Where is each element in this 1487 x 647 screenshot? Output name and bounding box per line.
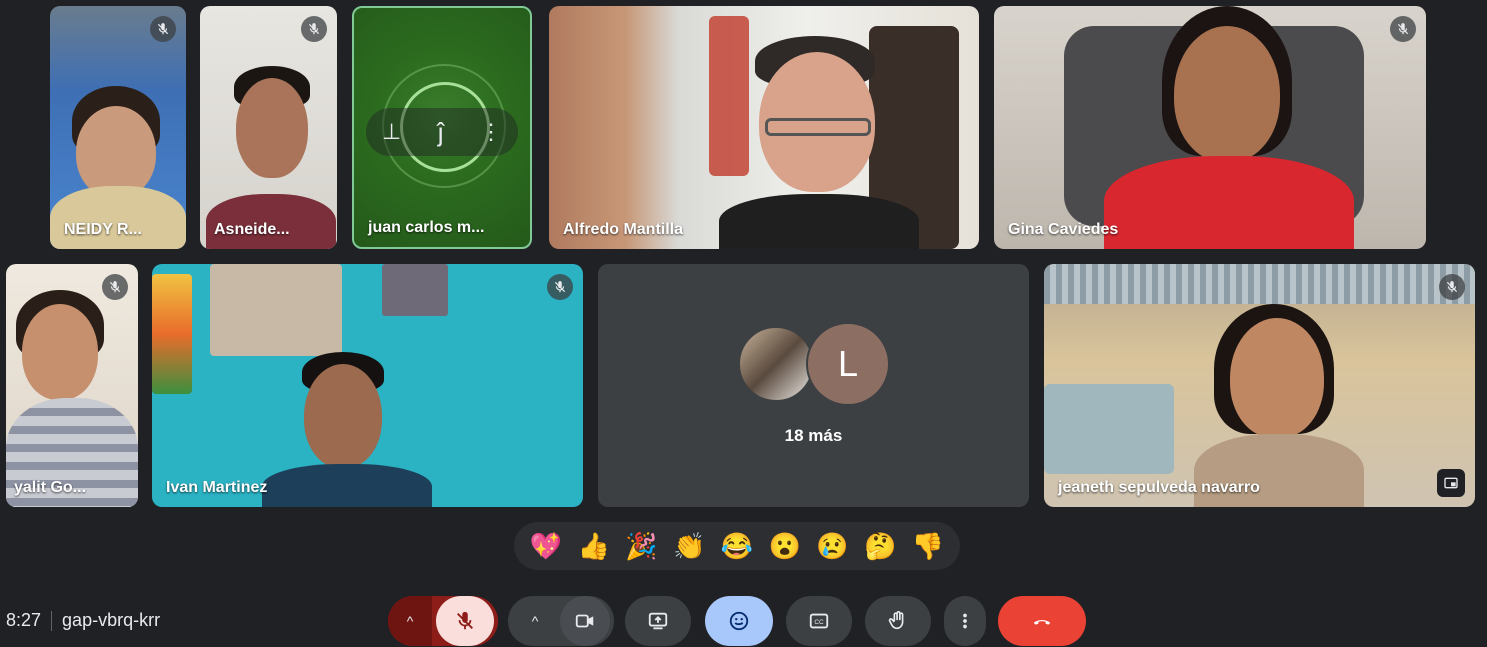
mic-off-icon	[102, 274, 128, 300]
divider	[51, 610, 53, 631]
mic-off-icon[interactable]	[436, 596, 494, 646]
participant-tile[interactable]: NEIDY R...	[50, 6, 186, 249]
participant-tile[interactable]: Asneide...	[200, 6, 337, 249]
mic-options-chevron-icon[interactable]: ^	[388, 596, 432, 646]
present-screen-button[interactable]	[625, 596, 691, 646]
reaction-clap[interactable]: 👏	[671, 531, 707, 562]
participant-name: jeaneth sepulveda navarro	[1058, 479, 1260, 496]
mic-off-icon	[150, 16, 176, 42]
reaction-thinking[interactable]: 🤔	[862, 531, 898, 562]
participant-video	[50, 6, 186, 249]
raise-hand-icon	[888, 611, 904, 630]
reaction-laugh[interactable]: 😂	[719, 531, 755, 562]
emoji-icon	[729, 611, 749, 631]
camera-icon[interactable]	[560, 596, 610, 646]
picture-in-picture-icon[interactable]	[1437, 469, 1465, 497]
participant-tile[interactable]: Ivan Martinez	[152, 264, 583, 507]
participant-video	[200, 6, 337, 249]
participant-video	[6, 264, 138, 507]
raise-hand-button[interactable]	[865, 596, 931, 646]
more-participants-label: 18 más	[784, 426, 843, 445]
participant-name: yalit Go...	[14, 479, 87, 496]
svg-text:CC: CC	[814, 619, 824, 626]
speaking-indicator-icon: ĵ	[437, 116, 444, 147]
reaction-sparkling-heart[interactable]: 💖	[528, 531, 564, 562]
meeting-code: gap-vbrq-krr	[62, 610, 161, 630]
mic-control-group: ^	[388, 596, 498, 646]
participant-tile[interactable]: jeaneth sepulveda navarro	[1044, 264, 1475, 507]
participant-video	[1044, 264, 1475, 507]
participant-tile[interactable]: Alfredo Mantilla	[549, 6, 979, 249]
emoji-reactions-button[interactable]	[705, 596, 773, 646]
mic-off-icon	[1390, 16, 1416, 42]
mic-off-icon	[1439, 274, 1465, 300]
pin-icon[interactable]: ⊥	[382, 119, 401, 145]
reactions-bar: 💖 👍 🎉 👏 😂 😮 😢 🤔 👎	[514, 522, 960, 570]
participant-name: Alfredo Mantilla	[563, 221, 684, 238]
mic-off-icon	[301, 16, 327, 42]
reaction-thumbs-up[interactable]: 👍	[576, 531, 612, 562]
meeting-time: 8:27	[6, 610, 42, 630]
leave-call-icon	[1033, 620, 1051, 625]
active-speaker-tile[interactable]: ⊥ ĵ ⋮ juan carlos m...	[352, 6, 532, 249]
camera-options-chevron-icon[interactable]: ^	[518, 613, 552, 629]
more-vert-icon	[963, 613, 967, 629]
participant-name: Ivan Martinez	[166, 479, 268, 496]
more-options-button[interactable]	[944, 596, 986, 646]
participant-video	[549, 6, 979, 249]
participant-video	[994, 6, 1426, 249]
meeting-info: 8:27 gap-vbrq-krr	[6, 610, 160, 631]
participant-video	[152, 264, 583, 507]
avatar	[738, 326, 814, 402]
avatar-stack: L	[738, 322, 898, 406]
more-vert-icon[interactable]: ⋮	[480, 119, 502, 145]
captions-icon: CC	[809, 613, 829, 629]
tile-hover-controls: ⊥ ĵ ⋮	[366, 108, 518, 156]
avatar: L	[806, 322, 890, 406]
participant-name: Gina Caviedes	[1008, 221, 1119, 238]
meet-call-screen: NEIDY R... Asneide... ⊥ ĵ ⋮ juan carlos …	[0, 0, 1487, 647]
present-screen-icon	[648, 612, 668, 630]
reaction-surprised[interactable]: 😮	[767, 531, 803, 562]
participant-name: Asneide...	[214, 221, 290, 238]
reaction-cry[interactable]: 😢	[814, 531, 850, 562]
participant-tile[interactable]: Gina Caviedes	[994, 6, 1426, 249]
reaction-thumbs-down[interactable]: 👎	[910, 531, 946, 562]
leave-call-button[interactable]	[998, 596, 1086, 646]
participant-tile[interactable]: yalit Go...	[6, 264, 138, 507]
mic-off-icon	[547, 274, 573, 300]
captions-button[interactable]: CC	[786, 596, 852, 646]
participant-name: juan carlos m...	[368, 219, 485, 236]
more-participants-tile[interactable]: L 18 más	[598, 264, 1029, 507]
reaction-party[interactable]: 🎉	[623, 531, 659, 562]
participant-name: NEIDY R...	[64, 221, 142, 238]
camera-control-group: ^	[508, 596, 614, 646]
